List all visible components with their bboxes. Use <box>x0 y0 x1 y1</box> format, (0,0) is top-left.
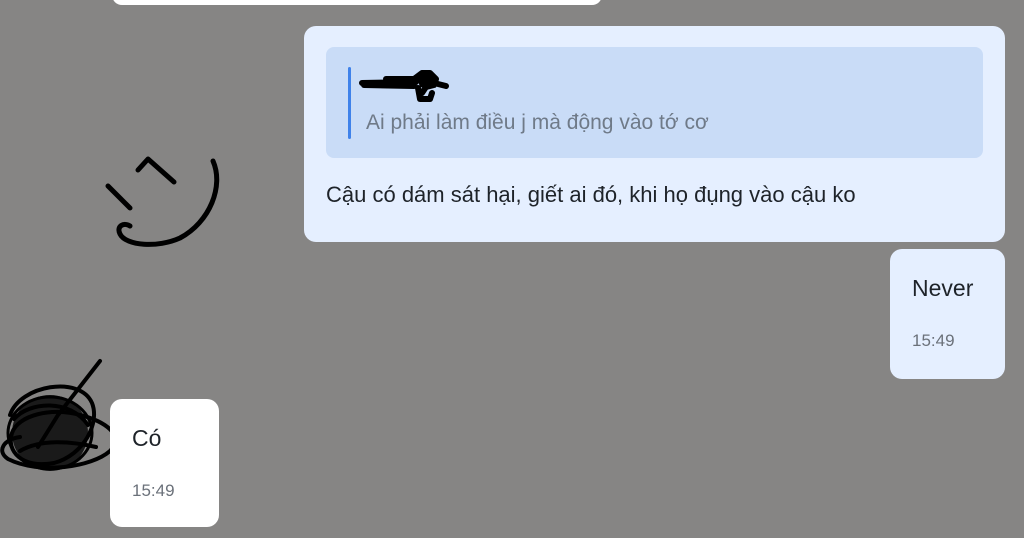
sent-message-bubble[interactable]: Never 15:49 <box>890 249 1005 379</box>
received-message-bubble[interactable]: Có 15:49 <box>110 399 219 527</box>
redacted-sender-name-icon <box>359 70 449 102</box>
message-timestamp: 15:49 <box>912 331 955 350</box>
reply-message-bubble[interactable]: Ai phải làm điều j mà động vào tớ cơ Cậu… <box>304 26 1005 242</box>
message-text: Cậu có dám sát hại, giết ai đó, khi họ đ… <box>326 182 856 207</box>
message-text: Có <box>132 425 162 451</box>
message-timestamp: 15:49 <box>132 481 175 500</box>
previous-message-bubble-edge <box>112 0 602 5</box>
quoted-message-text: Ai phải làm điều j mà động vào tớ cơ <box>366 111 709 134</box>
quote-accent-bar <box>348 67 351 139</box>
avatar-scribbled-icon <box>0 359 118 471</box>
smiley-doodle-icon <box>105 156 220 247</box>
quoted-message[interactable]: Ai phải làm điều j mà động vào tớ cơ <box>326 47 983 158</box>
message-text: Never <box>912 275 974 301</box>
